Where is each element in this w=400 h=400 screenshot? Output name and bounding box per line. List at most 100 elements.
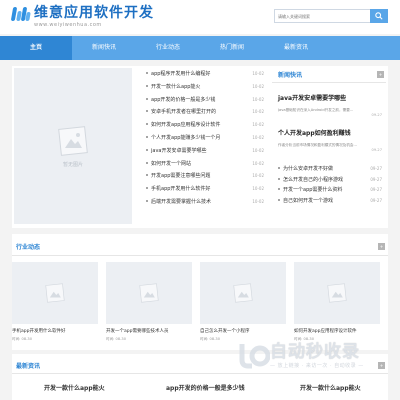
image-placeholder-icon xyxy=(139,283,159,303)
list-item-title: 个人开发app能赚多少钱一个月 xyxy=(151,134,221,141)
main-article-list: app程序开发用什么编程好 10-02 开发一款什么app能火 10-02 app开… xyxy=(140,68,266,209)
nav-item-home[interactable]: 主页 xyxy=(0,36,72,60)
list-item-title: 如何开发一个网站 xyxy=(151,160,192,167)
watermark: 自动秒收录 — 放上链接 · 来访一次 · 自动收录 — xyxy=(236,332,396,378)
list-item[interactable]: 开发app需要注意哪些问题 10-02 xyxy=(140,170,266,183)
image-placeholder-icon xyxy=(58,126,88,156)
list-item-title: 怎么开发自己的小程序游戏 xyxy=(283,176,344,183)
list-item[interactable]: app程序开发用什么编程好 10-02 xyxy=(140,68,266,81)
list-item-title: 为什么安卓开发不好做 xyxy=(283,166,334,172)
news-flash-more-button[interactable]: + xyxy=(377,71,384,78)
card-date: 时间: 08-30 xyxy=(106,337,126,341)
watermark-text: 自动秒收录 xyxy=(270,341,360,362)
list-item[interactable]: 如何开发一个网站 10-02 xyxy=(140,158,266,171)
list-item-date: 10-02 xyxy=(252,109,264,115)
hot-article-date: 09-27 xyxy=(371,113,382,117)
news-flash-title: 新闻快讯 xyxy=(278,72,303,79)
list-item[interactable]: 后端开发需要掌握什么技术 10-02 xyxy=(140,196,266,209)
list-item-date: 10-02 xyxy=(252,122,264,128)
card-image xyxy=(106,262,192,324)
site-domain: www.weiyiwenhua.com xyxy=(34,22,102,28)
nav-item-hot-news[interactable]: 热门新闻 xyxy=(200,36,264,60)
list-item-date: 10-02 xyxy=(252,173,264,179)
list-item-title: app开发的价格一般是多少钱 xyxy=(151,96,216,103)
list-item-date: 09-27 xyxy=(370,187,382,192)
list-item-date: 09-27 xyxy=(370,197,382,203)
image-placeholder-icon xyxy=(327,283,347,303)
list-item-title: 开发一款什么app能火 xyxy=(151,83,201,90)
card-date: 时间: 08-30 xyxy=(12,337,32,341)
industry-card[interactable]: 开发一个app需要哪些技术人员 时间: 08-30 xyxy=(106,262,192,342)
news-flash-column: 新闻快讯 + java开发安卓需要学哪些 Java基础知识在深入Android开… xyxy=(272,68,386,224)
list-item[interactable]: 个人开发app能赚多少钱一个月 10-02 xyxy=(140,132,266,145)
card-image xyxy=(200,262,286,324)
watermark-subtext: — 放上链接 · 来访一次 · 自动收录 — xyxy=(270,362,364,369)
list-item[interactable]: 开发一款什么app能火 10-02 xyxy=(140,81,266,94)
list-item-date: 09-27 xyxy=(370,166,382,171)
latest-item[interactable]: 开发一款什么app能火 xyxy=(44,383,105,392)
watermark-logo-icon xyxy=(236,340,271,370)
main-nav: 主页 新闻快讯 行业动态 热门新闻 最新资讯 xyxy=(0,36,400,60)
featured-image[interactable]: 暂无图片 xyxy=(14,68,132,224)
hot-article-title: 个人开发app如何盈利赚钱 xyxy=(278,130,351,137)
latest-item[interactable]: 开发一款什么app能火 xyxy=(300,383,361,392)
industry-card[interactable]: 自己怎么开发一个小程序 时间: 08-30 xyxy=(200,262,286,342)
list-item[interactable]: 自己如何开发一个游戏 09-27 xyxy=(276,196,382,207)
list-item-title: 如何开发app应用程序设计软件 xyxy=(151,122,221,129)
list-item-title: java开发安卓需要学哪些 xyxy=(151,147,207,154)
latest-title: 最新资讯 xyxy=(16,363,41,370)
nav-item-industry[interactable]: 行业动态 xyxy=(136,36,200,60)
hot-article-title: java开发安卓需要学哪些 xyxy=(278,95,347,102)
hot-article[interactable]: java开发安卓需要学哪些 Java基础知识在深入Android开发之前，需要.… xyxy=(278,93,382,117)
list-item-title: 手机app开发用什么软件好 xyxy=(151,186,211,193)
list-item-date: 09-27 xyxy=(370,176,382,182)
list-item-date: 10-02 xyxy=(252,186,264,192)
image-placeholder-icon xyxy=(45,283,65,303)
site-header: 维意应用软件开发 www.weiyiwenhua.com xyxy=(0,0,400,34)
hot-article-date: 09-27 xyxy=(371,148,382,152)
list-item[interactable]: 手机app开发用什么软件好 10-02 xyxy=(140,183,266,196)
list-item[interactable]: 如何开发app应用程序设计软件 10-02 xyxy=(140,119,266,132)
search-input[interactable] xyxy=(274,9,370,23)
list-item-title: app程序开发用什么编程好 xyxy=(151,71,211,77)
placeholder-caption: 暂无图片 xyxy=(62,162,83,168)
card-image xyxy=(294,262,380,324)
list-item[interactable]: 安卓手机开发者在哪里打开的 10-02 xyxy=(140,106,266,119)
hot-article[interactable]: 个人开发app如何盈利赚钱 作者分析当前市场情况和盈利模式的情况及机会... 0… xyxy=(278,128,382,152)
industry-card[interactable]: 手机app开发用什么软件好 时间: 08-30 xyxy=(12,262,98,342)
industry-more-button[interactable]: + xyxy=(378,243,385,250)
search-button[interactable] xyxy=(370,9,388,23)
list-item-date: 10-02 xyxy=(252,96,264,102)
site-logo[interactable]: 维意应用软件开发 www.weiyiwenhua.com xyxy=(10,5,154,28)
list-item-title: 开发app需要注意哪些问题 xyxy=(151,173,211,180)
list-item-title: 安卓手机开发者在哪里打开的 xyxy=(151,109,217,116)
industry-card[interactable]: 如何开发app应用程序设计软件 时间: 08-30 xyxy=(294,262,380,342)
card-image xyxy=(12,262,98,324)
latest-item[interactable]: app开发的价格一般是多少钱 xyxy=(166,383,245,392)
site-title: 维意应用软件开发 xyxy=(34,5,154,21)
nav-item-latest[interactable]: 最新资讯 xyxy=(264,36,328,60)
list-item-date: 10-02 xyxy=(252,83,264,89)
search-box xyxy=(274,9,388,23)
list-item-date: 10-02 xyxy=(252,147,264,153)
list-item-date: 10-02 xyxy=(252,198,264,204)
list-item[interactable]: 为什么安卓开发不好做 09-27 xyxy=(276,164,382,175)
news-flash-list: 为什么安卓开发不好做 09-27 怎么开发自己的小程序游戏 09-27 开发一个ap… xyxy=(276,164,382,206)
list-item[interactable]: 开发一个app需要什么资料 09-27 xyxy=(276,185,382,196)
image-placeholder-icon xyxy=(233,283,253,303)
card-title: 手机app开发用什么软件好 xyxy=(12,329,66,334)
list-item[interactable]: app开发的价格一般是多少钱 10-02 xyxy=(140,94,266,107)
list-item[interactable]: 怎么开发自己的小程序游戏 09-27 xyxy=(276,175,382,186)
list-item-date: 10-02 xyxy=(252,160,264,166)
nav-item-news-flash[interactable]: 新闻快讯 xyxy=(72,36,136,60)
list-item-title: 后端开发需要掌握什么技术 xyxy=(151,198,212,205)
list-item-date: 10-02 xyxy=(252,134,264,140)
card-title: 开发一个app需要哪些技术人员 xyxy=(106,329,169,334)
list-item[interactable]: java开发安卓需要学哪些 10-02 xyxy=(140,145,266,158)
list-item-date: 10-02 xyxy=(252,71,264,76)
list-item-title: 自己如何开发一个游戏 xyxy=(283,197,334,204)
list-item-title: 开发一个app需要什么资料 xyxy=(283,187,343,193)
search-icon xyxy=(375,12,383,20)
logo-icon xyxy=(10,5,31,21)
industry-title: 行业动态 xyxy=(16,244,41,251)
